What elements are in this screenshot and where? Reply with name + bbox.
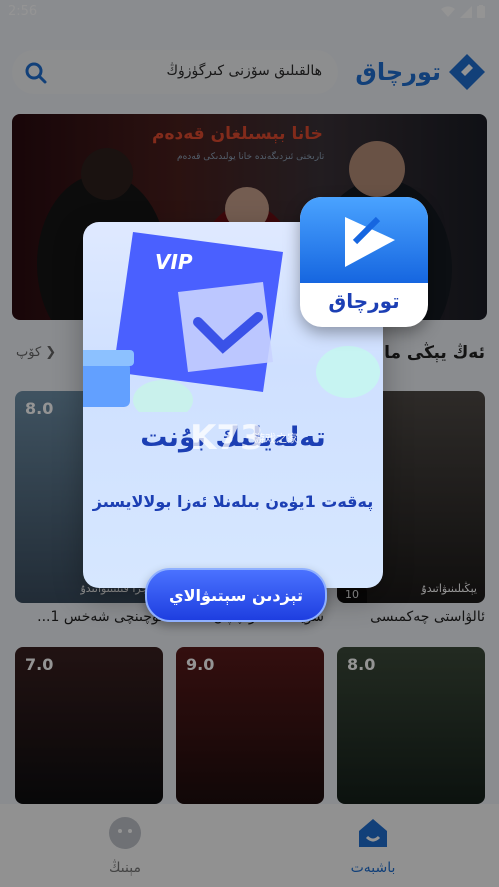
popup-subtitle: پەقەت 1يۈەن بىلەنلا ئەزا بولالايسىز xyxy=(92,492,374,511)
app-play-icon xyxy=(345,216,395,267)
app-logo-top xyxy=(300,197,428,283)
app-logo-text: تورچاق xyxy=(328,289,400,313)
watermark-text: 游戏之家 xyxy=(254,432,298,445)
watermark-logo: K73 xyxy=(190,418,264,458)
buy-now-button[interactable]: تېزدىن سېتىۋالاي xyxy=(145,568,327,622)
vip-label: VIP xyxy=(155,250,193,274)
popup-app-logo: تورچاق xyxy=(300,197,428,327)
